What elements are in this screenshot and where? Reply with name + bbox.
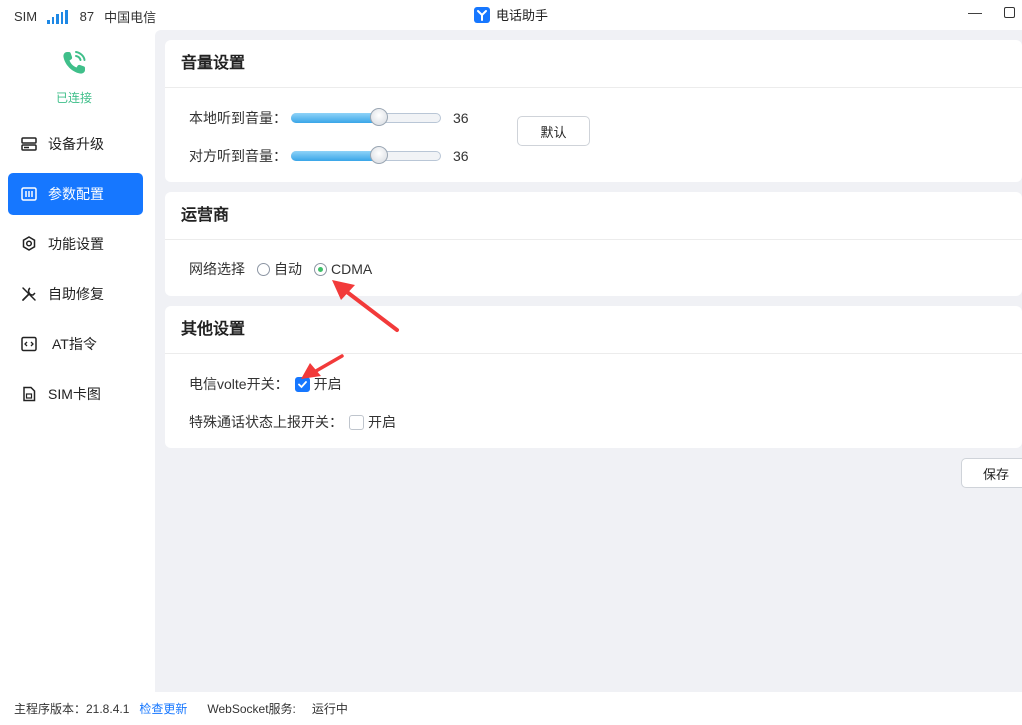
other-settings-title: 其他设置 [165, 306, 1022, 354]
slider-fill [291, 151, 379, 161]
volume-settings-title: 音量设置 [165, 40, 1022, 88]
maximize-icon [1003, 6, 1015, 18]
sidebar-item-label: 功能设置 [48, 236, 104, 252]
local-volume-row: 本地听到音量： 36 [189, 108, 469, 128]
version-label: 主程序版本：21.8.4.1 [14, 702, 130, 716]
local-volume-label: 本地听到音量： [189, 110, 287, 126]
sidebar-item-label: 自助修复 [48, 286, 104, 302]
volte-label: 电信volte开关： [189, 376, 289, 392]
volte-option-label[interactable]: 开启 [314, 374, 342, 394]
main-content: 音量设置 本地听到音量： 36 对方听到音量： 36 默认 运营商 网络选择 自… [155, 30, 1022, 692]
phone-connected-icon [63, 51, 86, 74]
sidebar-item-label: SIM卡图 [48, 386, 101, 402]
title-bar: SIM 87 中国电信 电话助手 — [0, 0, 1022, 30]
websocket-label: WebSocket服务: [207, 702, 296, 716]
save-button[interactable]: 保存 [961, 458, 1022, 488]
special-call-row: 特殊通话状态上报开关： 开启 [189, 412, 396, 432]
config-icon [20, 185, 38, 203]
remote-volume-label: 对方听到音量： [189, 148, 287, 164]
server-icon [20, 135, 38, 153]
window-controls: — [968, 4, 1016, 20]
sidebar-item-function-settings[interactable]: 功能设置 [8, 223, 143, 265]
status-footer: 主程序版本：21.8.4.1 检查更新 WebSocket服务: 运行中 [0, 692, 1022, 725]
wrench-icon [20, 285, 38, 303]
special-call-label: 特殊通话状态上报开关： [189, 414, 343, 430]
websocket-status: 运行中 [311, 702, 348, 716]
sidebar-item-param-config[interactable]: 参数配置 [8, 173, 143, 215]
remote-volume-value: 36 [453, 148, 469, 164]
connection-indicator: 已连接 [0, 48, 148, 106]
sim-label: SIM [14, 9, 38, 24]
signal-value: 87 [79, 9, 95, 24]
sidebar-item-label: 参数配置 [48, 186, 104, 202]
window-title: 电话助手 [474, 5, 548, 24]
remote-volume-slider[interactable] [291, 146, 441, 164]
slider-thumb[interactable] [370, 146, 388, 164]
connection-status: 已连接 [55, 91, 92, 105]
carrier-title: 运营商 [165, 192, 1022, 240]
radio-auto-label[interactable]: 自动 [274, 259, 302, 279]
sidebar-item-at-command[interactable]: AT指令 [8, 323, 143, 365]
app-logo-icon [474, 6, 490, 23]
other-settings-card: 其他设置 电信volte开关： 开启 特殊通话状态上报开关： 开启 [165, 306, 1022, 448]
volte-row: 电信volte开关： 开启 [189, 374, 342, 394]
maximize-button[interactable] [1002, 4, 1016, 20]
radio-cdma[interactable] [314, 262, 327, 276]
carrier-name: 中国电信 [104, 10, 157, 25]
gear-icon [20, 235, 38, 253]
default-volume-button[interactable]: 默认 [517, 116, 590, 146]
local-volume-value: 36 [453, 110, 469, 126]
network-select-label: 网络选择 [189, 261, 245, 277]
radio-auto[interactable] [257, 262, 270, 276]
local-volume-slider[interactable] [291, 108, 441, 126]
special-call-option-label[interactable]: 开启 [368, 412, 396, 432]
sidebar-item-label: AT指令 [52, 336, 97, 352]
special-call-checkbox[interactable] [349, 414, 364, 430]
minimize-button[interactable]: — [968, 4, 982, 20]
volte-checkbox[interactable] [294, 376, 310, 392]
check-icon [297, 380, 307, 388]
sidebar-item-label: 设备升级 [48, 136, 104, 152]
network-select-row: 网络选择 自动 CDMA [189, 259, 372, 279]
radio-cdma-label[interactable]: CDMA [331, 261, 372, 277]
remote-volume-row: 对方听到音量： 36 [189, 146, 469, 166]
code-icon [20, 335, 38, 353]
sidebar: 已连接 设备升级 参数配置 功能设置 自助修复 AT指令 SIM卡图 [0, 30, 155, 692]
slider-thumb[interactable] [370, 108, 388, 126]
signal-icon [47, 9, 68, 24]
sidebar-item-device-upgrade[interactable]: 设备升级 [8, 123, 143, 165]
sidebar-item-self-repair[interactable]: 自助修复 [8, 273, 143, 315]
carrier-card: 运营商 网络选择 自动 CDMA [165, 192, 1022, 296]
check-update-link[interactable]: 检查更新 [139, 700, 187, 717]
slider-fill [291, 113, 379, 123]
volume-settings-card: 音量设置 本地听到音量： 36 对方听到音量： 36 默认 [165, 40, 1022, 182]
sim-card-icon [20, 385, 38, 403]
status-area: SIM 87 中国电信 [14, 7, 156, 26]
app-title: 电话助手 [496, 8, 549, 23]
sidebar-item-sim-card[interactable]: SIM卡图 [8, 373, 143, 415]
